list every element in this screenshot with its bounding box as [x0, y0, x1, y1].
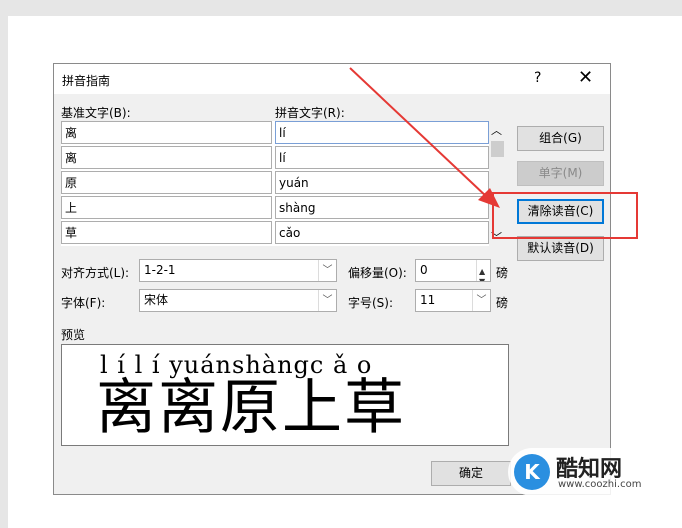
watermark: K 酷知网 www.coozhi.com [508, 448, 658, 496]
arrow-line [349, 67, 489, 199]
watermark-url: www.coozhi.com [558, 479, 642, 490]
watermark-logo-icon: K [514, 454, 550, 490]
